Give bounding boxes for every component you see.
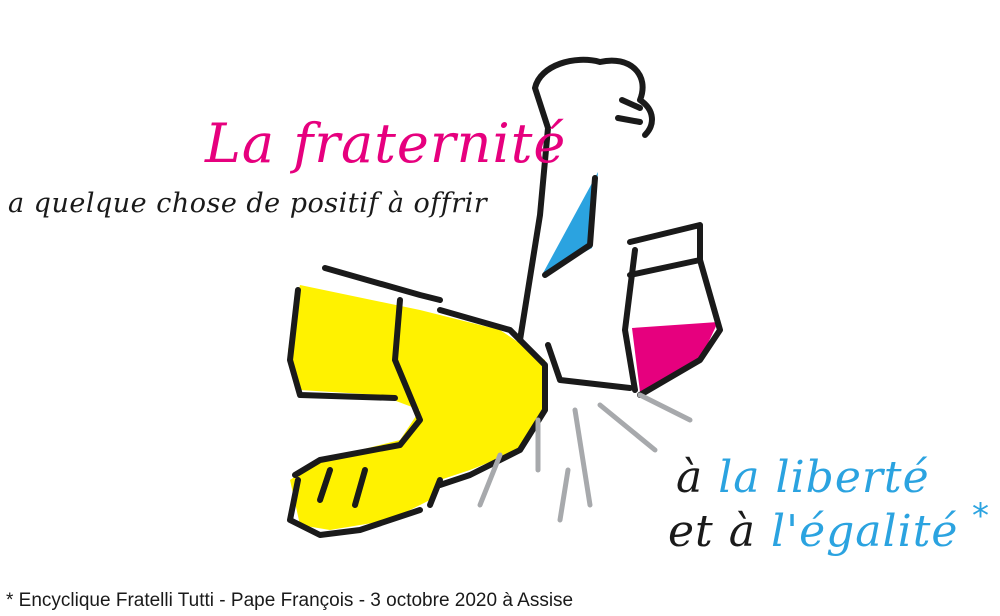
line-egalite-emph: l'égalité (770, 506, 959, 557)
line-egalite: et à l'égalité (668, 506, 958, 557)
line-egalite-prefix: et à (668, 506, 771, 557)
footnote: * Encyclique Fratelli Tutti - Pape Franç… (6, 590, 574, 611)
line-liberte-emph: la liberté (718, 452, 930, 503)
asterisk: * (972, 496, 989, 536)
subline: a quelque chose de positif à offrir (8, 188, 488, 219)
headline: La fraternité (205, 112, 567, 175)
line-liberte: à la liberté (676, 452, 930, 503)
line-liberte-prefix: à (676, 452, 719, 503)
